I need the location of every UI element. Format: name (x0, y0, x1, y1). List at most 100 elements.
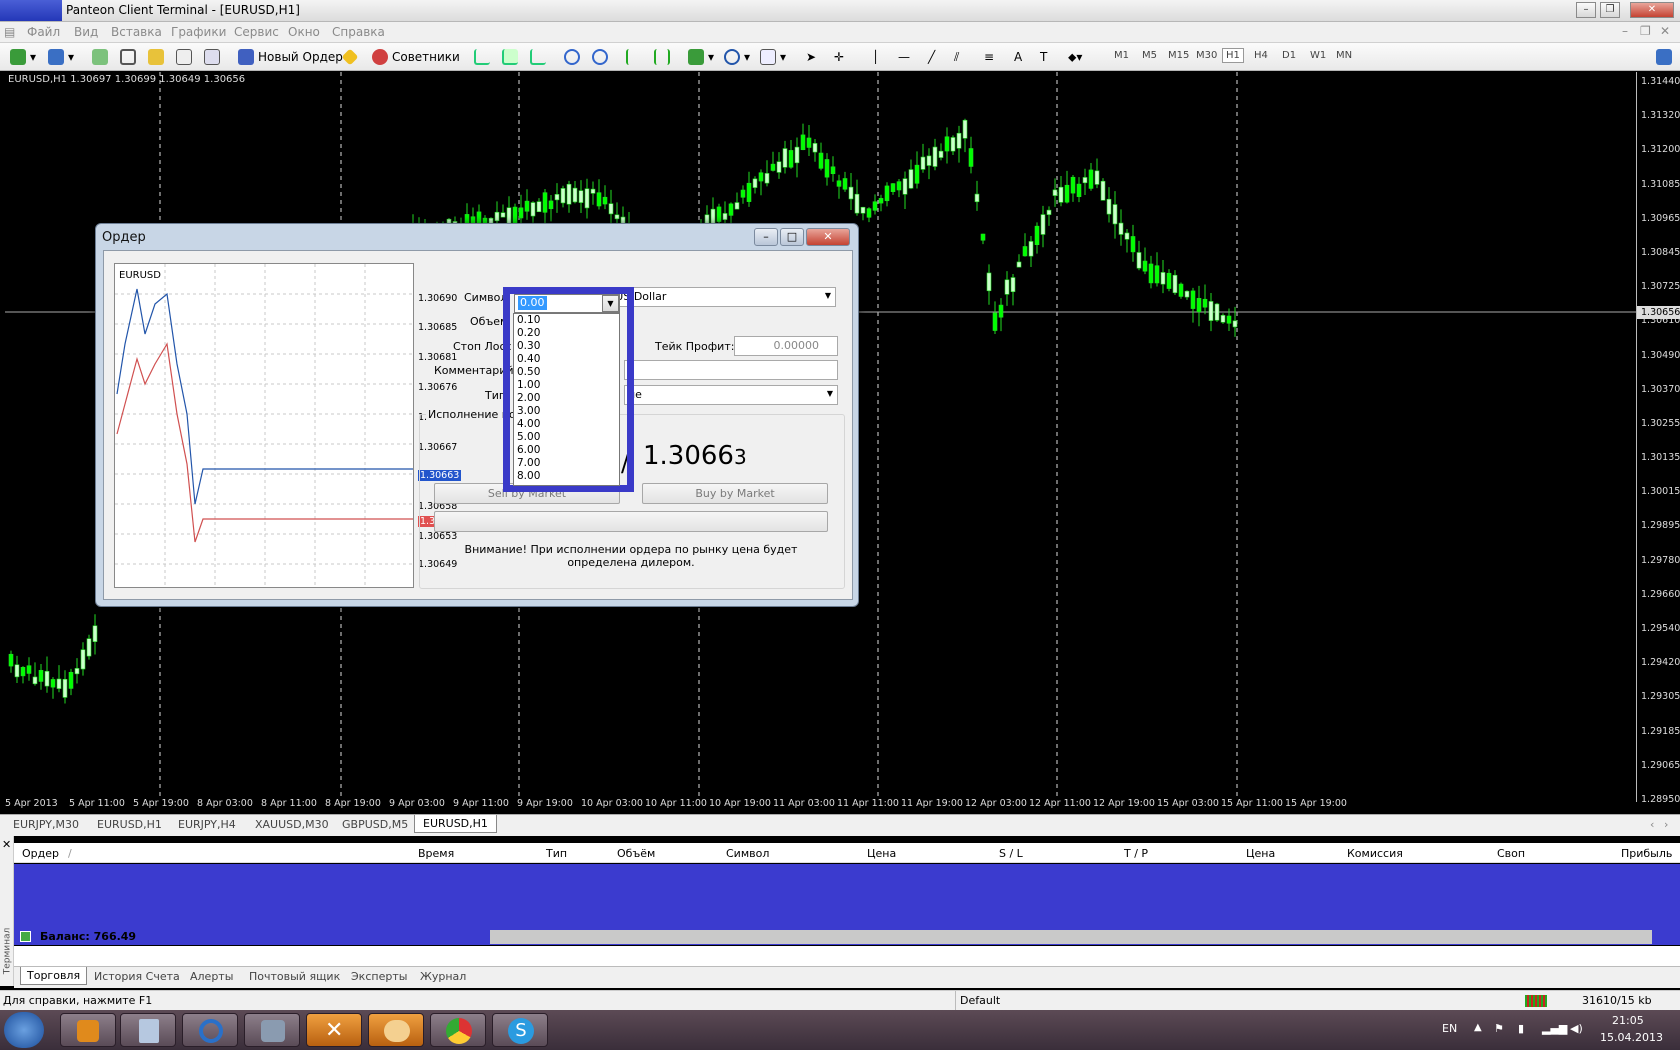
zoom-in-button[interactable] (564, 48, 580, 66)
comment-input[interactable] (624, 360, 838, 380)
close-button[interactable]: ✕ (1630, 2, 1674, 18)
volume-option[interactable]: 0.40 (514, 353, 619, 366)
terminal-button[interactable] (176, 48, 192, 66)
col-price[interactable]: Цена (867, 847, 896, 860)
templates-button[interactable]: ▾ (760, 48, 786, 66)
vertical-line-button[interactable]: │ (872, 48, 879, 66)
col-type[interactable]: Тип (546, 847, 567, 860)
tabs-left-arrow[interactable]: ‹ (1650, 818, 1654, 831)
clock-time[interactable]: 21:05 (1612, 1014, 1644, 1027)
menu-help[interactable]: Справка (332, 25, 385, 39)
crosshair-button[interactable]: ✛ (834, 48, 844, 66)
fibo-button[interactable]: ≡ (984, 48, 994, 66)
mdi-minimize-button[interactable]: – (1622, 24, 1628, 38)
chart-shift-button[interactable] (654, 48, 670, 66)
col-order[interactable]: Ордер (22, 847, 59, 860)
volume-option[interactable]: 6.00 (514, 444, 619, 457)
col-price2[interactable]: Цена (1246, 847, 1275, 860)
channel-button[interactable]: ⫽ (954, 48, 959, 66)
skype-app[interactable]: S (492, 1013, 548, 1047)
timeframe-h4[interactable]: H4 (1254, 50, 1268, 61)
tab-xauusd-m30[interactable]: XAUUSD,M30 (255, 818, 329, 831)
periods-button[interactable]: ▾ (724, 48, 750, 66)
tester-button[interactable] (204, 48, 220, 66)
volume-value[interactable]: 0.00 (518, 296, 547, 310)
volume-option[interactable]: 0.50 (514, 366, 619, 379)
menu-charts[interactable]: Графики (171, 25, 226, 39)
battery-icon[interactable]: ▮ (1518, 1022, 1524, 1035)
mdi-close-button[interactable]: ✕ (1660, 24, 1670, 38)
tab-mailbox[interactable]: Почтовый ящик (249, 970, 340, 983)
menu-tools[interactable]: Сервис (234, 25, 279, 39)
market-watch-button[interactable] (92, 48, 108, 66)
restore-button[interactable]: ❐ (1600, 2, 1620, 18)
timeframe-w1[interactable]: W1 (1310, 50, 1326, 61)
volume-option[interactable]: 3.00 (514, 405, 619, 418)
volume-option[interactable]: 0.10 (514, 314, 619, 327)
col-volume[interactable]: Объём (617, 847, 655, 860)
take-profit-input[interactable]: 0.00000 (734, 336, 838, 356)
volume-option[interactable]: 8.00 (514, 470, 619, 483)
tool-app[interactable]: ✕ (306, 1013, 362, 1047)
col-time[interactable]: Время (418, 847, 454, 860)
tab-trade[interactable]: Торговля (20, 967, 88, 985)
mdi-restore-button[interactable]: ❐ (1640, 24, 1651, 38)
tab-history[interactable]: История Счета (94, 970, 180, 983)
text-button[interactable]: A (1014, 48, 1022, 66)
minimize-button[interactable]: – (1576, 2, 1596, 18)
tab-experts[interactable]: Эксперты (351, 970, 407, 983)
terminal-app[interactable] (368, 1013, 424, 1047)
dialog-minimize-button[interactable]: – (754, 228, 778, 246)
trendline-button[interactable]: ╱ (928, 48, 935, 66)
dialog-close-button[interactable]: ✕ (806, 228, 850, 246)
tab-eurjpy-m30[interactable]: EURJPY,M30 (13, 818, 79, 831)
panel-button[interactable] (1656, 48, 1672, 66)
line-chart-button[interactable] (530, 48, 546, 66)
col-profit[interactable]: Прибыль (1621, 847, 1672, 860)
experts-button[interactable]: Советники (372, 48, 460, 66)
favorites-button[interactable] (148, 48, 164, 66)
media-player-app[interactable] (60, 1013, 116, 1047)
horizontal-line-button[interactable]: — (898, 48, 910, 66)
chrome-app[interactable] (430, 1013, 486, 1047)
bar-chart-button[interactable] (474, 48, 490, 66)
volume-option[interactable]: 2.00 (514, 392, 619, 405)
label-button[interactable]: T (1040, 48, 1047, 66)
timeframe-mn[interactable]: MN (1336, 50, 1352, 61)
volume-option[interactable]: 5.00 (514, 431, 619, 444)
col-tp[interactable]: T / P (1124, 847, 1148, 860)
network-icon[interactable]: ▂▄▆ (1542, 1022, 1567, 1035)
tray-arrow-icon[interactable]: ▲ (1474, 1022, 1482, 1033)
timeframe-m15[interactable]: M15 (1168, 50, 1189, 61)
buy-by-market-button[interactable]: Buy by Market (642, 483, 828, 504)
timeframe-m5[interactable]: M5 (1142, 50, 1157, 61)
clock-date[interactable]: 15.04.2013 (1600, 1031, 1663, 1044)
type-select[interactable]: ие ▼ (624, 385, 838, 405)
volume-option[interactable]: 7.00 (514, 457, 619, 470)
start-button[interactable] (4, 1012, 44, 1048)
experts-toggle-button[interactable] (341, 48, 359, 66)
navigator-button[interactable] (120, 48, 136, 66)
timeframe-m1[interactable]: M1 (1114, 50, 1129, 61)
zoom-out-button[interactable] (592, 48, 608, 66)
browser-app[interactable] (182, 1013, 238, 1047)
new-order-button[interactable]: Новый Ордер (238, 48, 343, 66)
volume-option[interactable]: 1.00 (514, 379, 619, 392)
users-app[interactable] (244, 1013, 300, 1047)
new-chart-button[interactable]: ▾ (10, 48, 36, 66)
terminal-close-icon[interactable]: ✕ (2, 838, 11, 851)
tab-eurusd-h1-active[interactable]: EURUSD,H1 (414, 815, 497, 833)
indicators-button[interactable]: ▾ (688, 48, 714, 66)
tab-journal[interactable]: Журнал (420, 970, 466, 983)
volume-option[interactable]: 0.30 (514, 340, 619, 353)
timeframe-d1[interactable]: D1 (1282, 50, 1296, 61)
tab-eurusd-h1-1[interactable]: EURUSD,H1 (97, 818, 162, 831)
menu-file[interactable]: Файл (27, 25, 60, 39)
volume-option[interactable]: 4.00 (514, 418, 619, 431)
app-icon[interactable] (0, 0, 62, 21)
menu-view[interactable]: Вид (74, 25, 98, 39)
menu-insert[interactable]: Вставка (111, 25, 162, 39)
col-swap[interactable]: Своп (1497, 847, 1525, 860)
dialog-maximize-button[interactable]: □ (780, 228, 804, 246)
tab-gbpusd-m5[interactable]: GBPUSD,M5 (342, 818, 408, 831)
